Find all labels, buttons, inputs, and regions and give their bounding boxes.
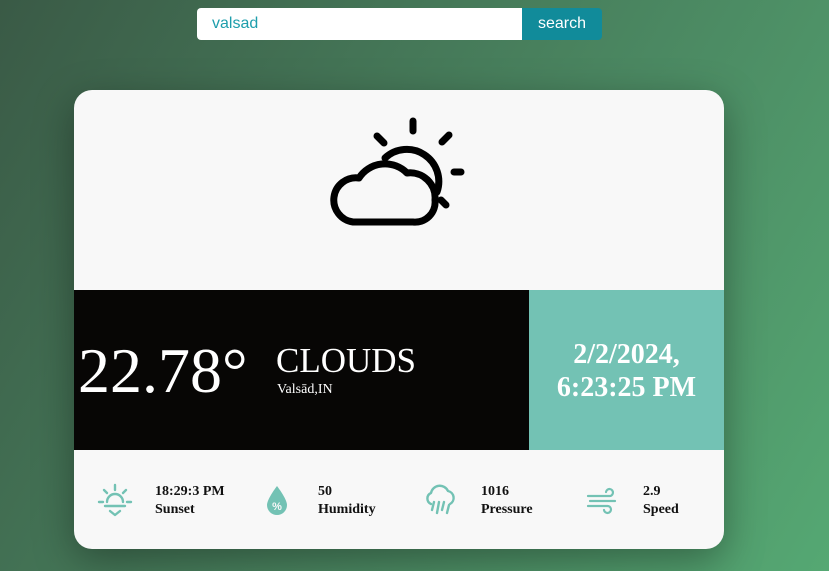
- pressure-value: 1016: [481, 484, 509, 499]
- humidity-icon: %: [267, 486, 287, 515]
- sunset-label: Sunset: [155, 502, 195, 517]
- humidity-label: Humidity: [318, 502, 376, 517]
- humidity-stat: 50 Humidity: [318, 483, 376, 519]
- wind-stat: 2.9 Speed: [643, 483, 679, 519]
- search-button[interactable]: search: [522, 8, 602, 40]
- search-input[interactable]: [197, 8, 522, 40]
- wind-label: Speed: [643, 502, 679, 517]
- pressure-stat: 1016 Pressure: [481, 483, 533, 519]
- sunset-icon: [97, 483, 133, 517]
- weather-card: 22.78° CLOUDS Valsād,IN 2/2/2024, 6:23:2…: [74, 90, 724, 549]
- datetime-panel: 2/2/2024, 6:23:25 PM: [529, 290, 724, 450]
- weather-condition: CLOUDS: [276, 341, 417, 380]
- partly-cloudy-icon: [330, 117, 465, 226]
- svg-text:%: %: [272, 501, 282, 513]
- humidity-value: 50: [318, 484, 332, 499]
- temperature-value: 22.78°: [78, 335, 248, 406]
- wind-icon: [586, 487, 617, 515]
- time-label: 6:23:25 PM: [556, 372, 697, 403]
- date-label: 2/2/2024,: [573, 339, 680, 370]
- wind-value: 2.9: [643, 484, 661, 499]
- location-label: Valsād,IN: [277, 382, 333, 397]
- temperature-panel: 22.78° CLOUDS Valsād,IN: [74, 290, 529, 450]
- sunset-stat: 18:29:3 PM Sunset: [155, 483, 225, 519]
- sunset-value: 18:29:3 PM: [155, 484, 225, 499]
- pressure-label: Pressure: [481, 502, 533, 517]
- pressure-rain-icon: [426, 484, 455, 515]
